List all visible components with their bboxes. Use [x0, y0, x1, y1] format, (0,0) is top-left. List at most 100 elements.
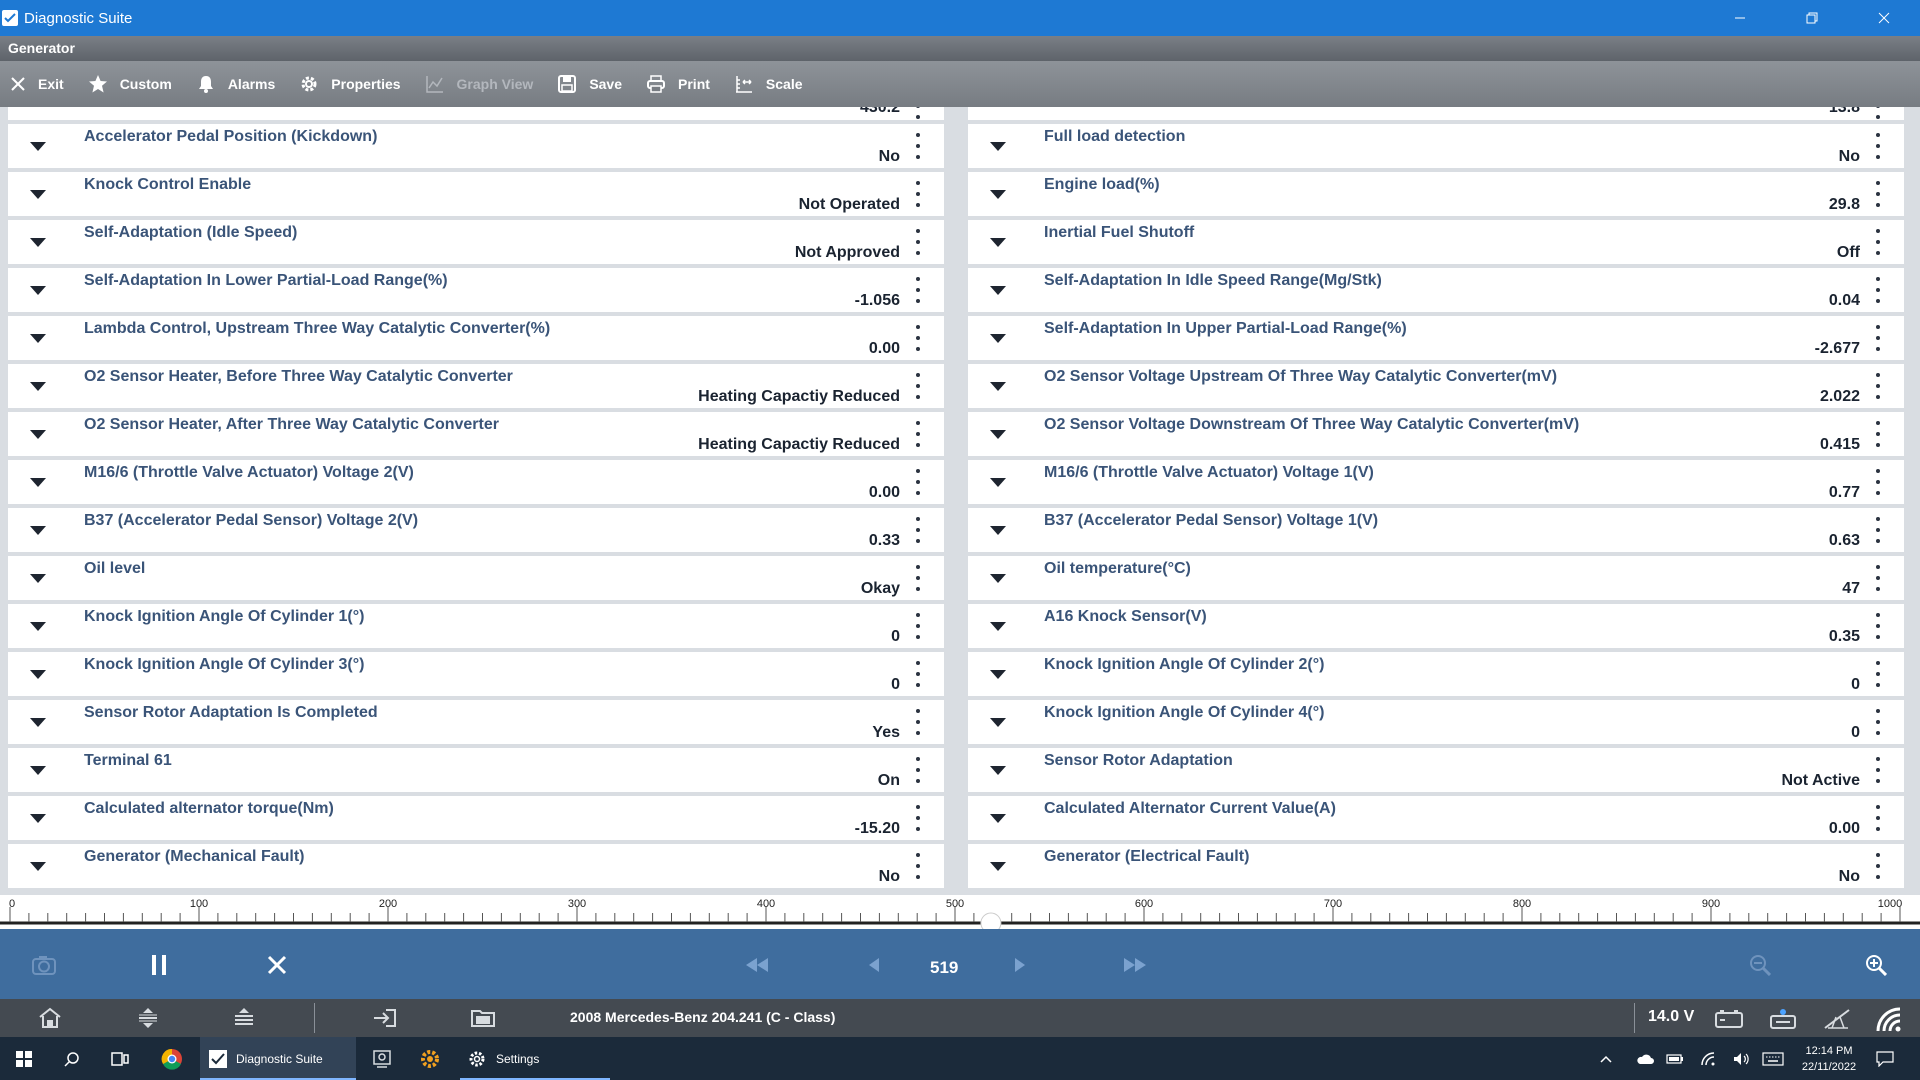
fast-forward-button[interactable]	[1120, 949, 1150, 981]
task-view-button[interactable]	[108, 1037, 132, 1080]
restore-button[interactable]	[1776, 0, 1848, 36]
more-options-icon[interactable]	[916, 565, 920, 591]
more-options-icon[interactable]	[916, 853, 920, 879]
expand-arrow-icon[interactable]	[990, 430, 1006, 439]
volume-tray[interactable]	[1732, 1037, 1752, 1080]
more-options-icon[interactable]	[1876, 565, 1880, 591]
parameter-row[interactable]: Sensor Rotor Adaptation Not Active	[968, 748, 1904, 792]
expand-arrow-icon[interactable]	[30, 526, 46, 535]
expand-arrow-icon[interactable]	[30, 478, 46, 487]
parameter-row[interactable]: Calculated alternator torque(Nm) -15.20	[8, 796, 944, 840]
expand-arrow-icon[interactable]	[30, 622, 46, 631]
keyboard-tray[interactable]	[1762, 1037, 1786, 1080]
parameter-row[interactable]: M16/6 (Throttle Valve Actuator) Voltage …	[8, 460, 944, 504]
expand-arrow-icon[interactable]	[30, 190, 46, 199]
parameter-row[interactable]: Generator (Mechanical Fault) No	[8, 844, 944, 888]
parameter-row[interactable]: B37 (Accelerator Pedal Sensor) Voltage 2…	[8, 508, 944, 552]
parameter-row[interactable]: A16 Knock Sensor(V) 0.35	[968, 604, 1904, 648]
taskbar-app-settings[interactable]: Settings	[460, 1037, 610, 1080]
expand-arrow-icon[interactable]	[990, 334, 1006, 343]
more-options-icon[interactable]	[1876, 373, 1880, 399]
save-button[interactable]: Save	[547, 61, 636, 107]
properties-button[interactable]: Properties	[289, 61, 414, 107]
expand-arrow-icon[interactable]	[30, 238, 46, 247]
parameter-row[interactable]: Knock Control Enable Not Operated	[8, 172, 944, 216]
notifications-button[interactable]	[1876, 1037, 1900, 1080]
expand-arrow-icon[interactable]	[990, 718, 1006, 727]
parameter-row[interactable]: Self-Adaptation In Upper Partial-Load Ra…	[968, 316, 1904, 360]
expand-arrow-icon[interactable]	[30, 286, 46, 295]
parameter-row-partial[interactable]: 430.2	[8, 107, 944, 120]
parameter-row[interactable]: Knock Ignition Angle Of Cylinder 4(°) 0	[968, 700, 1904, 744]
more-options-icon[interactable]	[916, 613, 920, 639]
parameter-row[interactable]: O2 Sensor Voltage Upstream Of Three Way …	[968, 364, 1904, 408]
more-options-icon[interactable]	[1876, 709, 1880, 735]
alarms-button[interactable]: Alarms	[186, 61, 289, 107]
parameter-row[interactable]: Self-Adaptation (Idle Speed) Not Approved	[8, 220, 944, 264]
close-window-button[interactable]	[1848, 0, 1920, 36]
stop-button[interactable]	[264, 949, 290, 981]
more-options-icon[interactable]	[916, 229, 920, 255]
onedrive-tray[interactable]	[1636, 1037, 1656, 1080]
expand-arrow-icon[interactable]	[30, 382, 46, 391]
more-options-icon[interactable]	[916, 709, 920, 735]
step-forward-button[interactable]	[1010, 949, 1030, 981]
parameter-row[interactable]: B37 (Accelerator Pedal Sensor) Voltage 1…	[968, 508, 1904, 552]
expand-arrow-icon[interactable]	[990, 382, 1006, 391]
more-options-icon[interactable]	[1876, 517, 1880, 543]
battery-tray[interactable]	[1666, 1037, 1686, 1080]
timeline-thumb[interactable]	[980, 912, 1002, 929]
import-icon[interactable]	[372, 1007, 398, 1029]
expand-arrow-icon[interactable]	[990, 190, 1006, 199]
expand-arrow-icon[interactable]	[990, 670, 1006, 679]
expand-arrow-icon[interactable]	[990, 526, 1006, 535]
more-options-icon[interactable]	[1876, 805, 1880, 831]
more-options-icon[interactable]	[916, 107, 920, 119]
taskbar-app-tool[interactable]	[368, 1037, 396, 1080]
more-options-icon[interactable]	[1876, 107, 1880, 119]
expand-arrow-icon[interactable]	[30, 766, 46, 775]
more-options-icon[interactable]	[916, 805, 920, 831]
zoom-in-button[interactable]	[1862, 949, 1890, 981]
more-options-icon[interactable]	[1876, 757, 1880, 783]
parameter-row[interactable]: O2 Sensor Heater, After Three Way Cataly…	[8, 412, 944, 456]
collapse-all-icon[interactable]	[232, 1007, 256, 1029]
expand-arrow-icon[interactable]	[30, 142, 46, 151]
more-options-icon[interactable]	[1876, 469, 1880, 495]
parameter-row[interactable]: Knock Ignition Angle Of Cylinder 2(°) 0	[968, 652, 1904, 696]
expand-arrow-icon[interactable]	[990, 766, 1006, 775]
pause-button[interactable]	[146, 949, 172, 981]
more-options-icon[interactable]	[916, 277, 920, 303]
more-options-icon[interactable]	[916, 181, 920, 207]
parameter-row[interactable]: Generator (Electrical Fault) No	[968, 844, 1904, 888]
step-back-button[interactable]	[864, 949, 884, 981]
graph-view-button[interactable]: Graph View	[415, 61, 548, 107]
expand-arrow-icon[interactable]	[30, 334, 46, 343]
more-options-icon[interactable]	[916, 421, 920, 447]
expand-arrow-icon[interactable]	[30, 574, 46, 583]
chrome-app[interactable]	[158, 1037, 186, 1080]
parameter-row[interactable]: Self-Adaptation In Idle Speed Range(Mg/S…	[968, 268, 1904, 312]
minimize-button[interactable]	[1704, 0, 1776, 36]
print-button[interactable]: Print	[636, 61, 724, 107]
expand-arrow-icon[interactable]	[990, 862, 1006, 871]
scale-button[interactable]: Scale	[724, 61, 817, 107]
expand-arrow-icon[interactable]	[990, 574, 1006, 583]
more-options-icon[interactable]	[916, 517, 920, 543]
expand-arrow-icon[interactable]	[30, 670, 46, 679]
expand-arrow-icon[interactable]	[990, 286, 1006, 295]
more-options-icon[interactable]	[1876, 229, 1880, 255]
expand-arrow-icon[interactable]	[30, 862, 46, 871]
expand-arrow-icon[interactable]	[30, 430, 46, 439]
parameter-row[interactable]: Inertial Fuel Shutoff Off	[968, 220, 1904, 264]
taskbar-app-diagnostic-suite[interactable]: Diagnostic Suite	[200, 1037, 356, 1080]
expand-arrow-icon[interactable]	[990, 814, 1006, 823]
expand-arrow-icon[interactable]	[30, 718, 46, 727]
parameter-row[interactable]: Sensor Rotor Adaptation Is Completed Yes	[8, 700, 944, 744]
more-options-icon[interactable]	[916, 469, 920, 495]
exit-button[interactable]: Exit	[0, 61, 78, 107]
parameter-row[interactable]: M16/6 (Throttle Valve Actuator) Voltage …	[968, 460, 1904, 504]
parameter-row[interactable]: Calculated Alternator Current Value(A) 0.…	[968, 796, 1904, 840]
home-icon[interactable]	[38, 1007, 62, 1029]
taskbar-app-gear[interactable]	[416, 1037, 444, 1080]
